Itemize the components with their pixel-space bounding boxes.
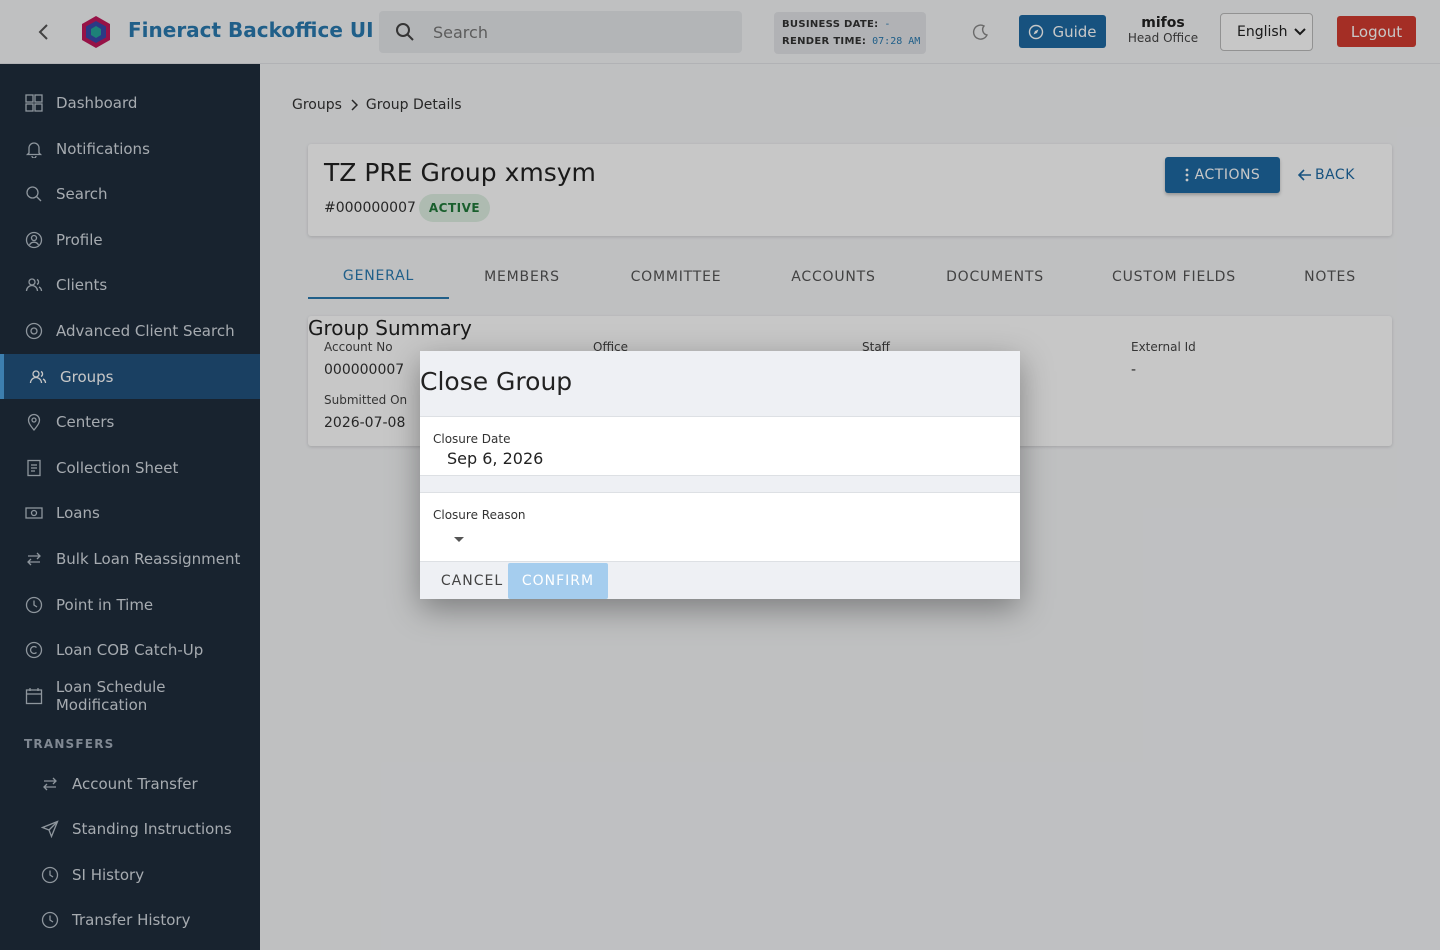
dropdown-arrow-icon[interactable]	[454, 537, 464, 542]
closure-date-label: Closure Date	[433, 432, 511, 446]
cancel-button[interactable]: CANCEL	[428, 563, 516, 599]
close-group-dialog: Close Group Closure Date Sep 6, 2026 Clo…	[420, 351, 1020, 599]
closure-reason-label: Closure Reason	[433, 508, 526, 522]
dialog-title: Close Group	[420, 367, 573, 396]
closure-date-field[interactable]: Closure Date Sep 6, 2026	[420, 416, 1020, 476]
closure-date-value[interactable]: Sep 6, 2026	[447, 449, 543, 468]
closure-reason-field[interactable]: Closure Reason	[420, 492, 1020, 562]
confirm-button[interactable]: CONFIRM	[508, 563, 608, 599]
